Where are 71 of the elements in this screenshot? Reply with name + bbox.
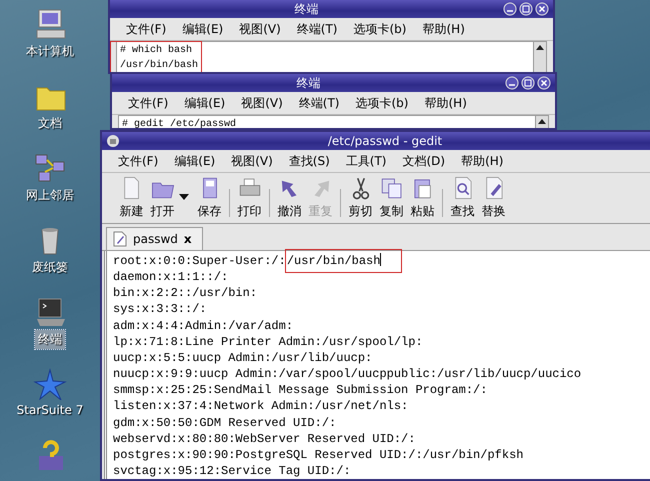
star-icon[interactable] xyxy=(33,368,67,400)
new-button[interactable]: 新建 xyxy=(116,173,147,223)
tab-close-button[interactable]: x xyxy=(184,232,192,246)
text-line: nuucp:x:9:9:uucp Admin:/var/spool/uucppublic:/usr/lib/uucp/uucico xyxy=(113,366,582,382)
document-icon xyxy=(113,231,127,247)
replace-button[interactable]: 替换 xyxy=(478,173,509,223)
text-line: lp:x:71:8:Line Printer Admin:/usr/spool/lp: xyxy=(113,334,424,350)
minimize-button[interactable] xyxy=(505,76,519,90)
desktop-icon-label[interactable]: 废纸篓 xyxy=(29,258,71,277)
maximize-button[interactable] xyxy=(521,76,535,90)
menu-item[interactable]: 工具(T) xyxy=(338,152,394,170)
menu-item[interactable]: 编辑(E) xyxy=(176,94,234,112)
print-button[interactable]: 打印 xyxy=(234,173,265,223)
terminal-line: # gedit /etc/passwd xyxy=(122,118,236,128)
text-line: sys:x:3:3::/: xyxy=(113,301,208,318)
text-line: uucp:x:5:5:uucp Admin:/usr/lib/uucp: xyxy=(113,350,374,366)
desktop-icon-label[interactable]: 网上邻居 xyxy=(23,186,77,205)
cut-button[interactable]: 剪切 xyxy=(345,173,376,223)
menu-item[interactable]: 文件(F) xyxy=(120,94,176,112)
text-line: gdm:x:50:50:GDM Reserved UID:/: xyxy=(113,414,338,431)
text-editor[interactable] xyxy=(104,251,650,479)
text-line: adm:x:4:4:Admin:/var/adm: xyxy=(113,318,294,334)
open-button[interactable]: 打开 xyxy=(147,173,178,223)
tab-label: passwd xyxy=(133,232,178,246)
window-title: /etc/passwd - gedit xyxy=(326,134,444,148)
text-line: postgres:x:90:90:PostgreSQL Reserved UID:/:/usr/bin/pfksh xyxy=(113,446,524,464)
close-button[interactable] xyxy=(537,76,551,90)
menu-item[interactable]: 视图(V) xyxy=(231,20,289,38)
menu-item[interactable]: 帮助(H) xyxy=(416,94,475,112)
terminal-line: /usr/bin/bash xyxy=(120,58,198,72)
menu-item[interactable]: 帮助(H) xyxy=(453,152,512,170)
menu-item[interactable]: 终端(T) xyxy=(288,20,346,38)
menu-item[interactable]: 帮助(H) xyxy=(414,20,473,38)
menu-item[interactable]: 选项卡(b) xyxy=(346,20,414,38)
document-tab[interactable]: passwd x xyxy=(106,227,203,250)
text-line: smmsp:x:25:25:SendMail Message Submission Program:/: xyxy=(113,382,488,398)
text-line: daemon:x:1:1::/: xyxy=(113,269,230,286)
minimize-button[interactable] xyxy=(503,2,517,16)
menu-item[interactable]: 视图(V) xyxy=(223,152,281,170)
window-title: 终端 xyxy=(296,74,322,92)
menu-item[interactable]: 编辑(E) xyxy=(166,152,224,170)
text-line: webservd:x:80:80:WebServer Reserved UID:/: xyxy=(113,430,416,447)
terminal-line: # which bash xyxy=(120,44,194,58)
menu-item[interactable]: 终端(T) xyxy=(290,94,348,112)
text-line: svctag:x:95:12:Service Tag UID:/: xyxy=(113,463,352,479)
find-button[interactable]: 查找 xyxy=(447,173,478,223)
undo-button[interactable]: 撤消 xyxy=(274,173,305,223)
window-title: 终端 xyxy=(294,0,320,18)
menu-item[interactable]: 选项卡(b) xyxy=(348,94,416,112)
text-line: bin:x:2:2::/usr/bin: xyxy=(113,285,258,302)
network-icon[interactable] xyxy=(33,152,67,184)
paste-button[interactable]: 粘贴 xyxy=(407,173,438,223)
window-menu-icon[interactable] xyxy=(106,134,120,148)
menu-item[interactable]: 编辑(E) xyxy=(174,20,232,38)
copy-button[interactable]: 复制 xyxy=(376,173,407,223)
desktop-icon-label[interactable]: 文档 xyxy=(35,114,65,133)
menu-item[interactable]: 文件(F) xyxy=(118,20,174,38)
menu-item[interactable]: 文件(F) xyxy=(110,152,166,170)
menu-item[interactable]: 查找(S) xyxy=(280,152,338,170)
desktop-icon-label[interactable]: StarSuite 7 xyxy=(14,402,86,418)
menu-item[interactable]: 视图(V) xyxy=(233,94,291,112)
save-button[interactable]: 保存 xyxy=(194,173,225,223)
menu-item[interactable]: 文档(D) xyxy=(394,152,454,170)
text-line: listen:x:37:4:Network Admin:/usr/net/nls: xyxy=(113,398,410,415)
highlight-box: /usr/bin/bash xyxy=(286,250,402,272)
terminal-text-area[interactable]: # gedit /etc/passwd xyxy=(118,115,549,128)
close-button[interactable] xyxy=(535,2,549,16)
maximize-button[interactable] xyxy=(519,2,533,16)
text-line: root:x:0:0:Super-User:/:/usr/bin/bash xyxy=(113,253,650,270)
desktop-icon-label[interactable]: 本计算机 xyxy=(23,42,77,61)
caret-icon xyxy=(178,193,190,201)
